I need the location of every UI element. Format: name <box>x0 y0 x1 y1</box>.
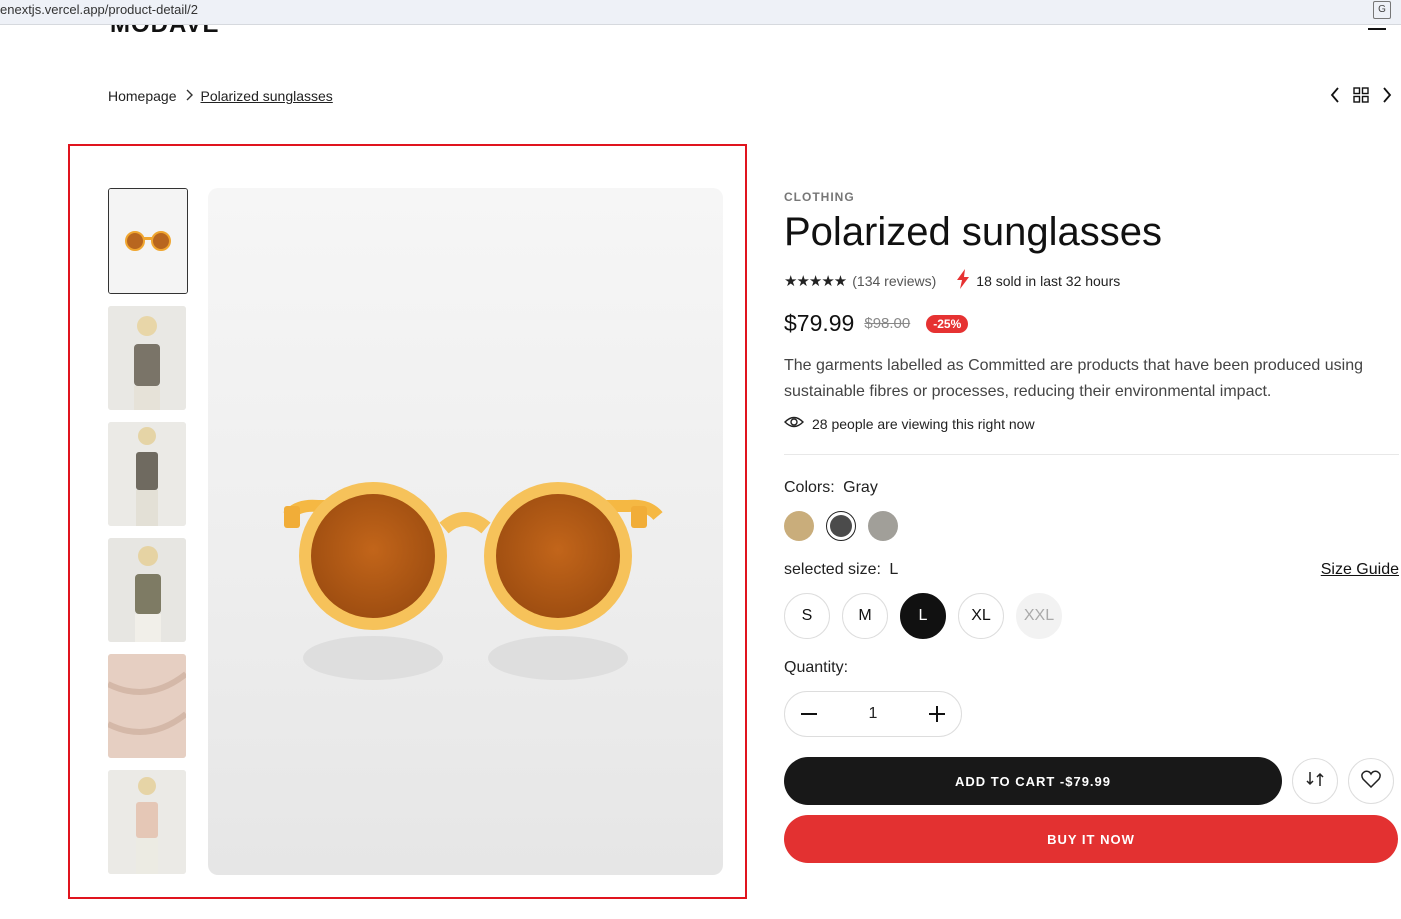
plus-icon[interactable] <box>927 704 947 724</box>
menu-icon[interactable] <box>1368 28 1386 30</box>
cart-actions: ADD TO CART -$79.99 <box>784 757 1399 805</box>
quantity-stepper: 1 <box>784 691 962 737</box>
viewing-text: 28 people are viewing this right now <box>812 415 1035 432</box>
size-option-xl[interactable]: XL <box>958 593 1004 639</box>
grid-icon[interactable] <box>1353 87 1369 108</box>
old-price: $98.00 <box>864 315 911 332</box>
breadcrumb-current[interactable]: Polarized sunglasses <box>201 88 333 104</box>
thumbnail-list <box>108 188 188 886</box>
size-option-xxl: XXL <box>1016 593 1062 639</box>
star-rating-icon: ★★★★★ <box>784 272 847 290</box>
browser-url-bar[interactable]: enextjs.vercel.app/product-detail/2 G <box>0 0 1401 25</box>
divider <box>784 454 1399 455</box>
eye-icon <box>784 415 804 432</box>
color-swatch-gray-dark[interactable] <box>826 511 856 541</box>
compare-button[interactable] <box>1292 758 1338 804</box>
product-info: CLOTHING Polarized sunglasses ★★★★★ (134… <box>784 190 1399 863</box>
wishlist-button[interactable] <box>1348 758 1394 804</box>
quantity-value[interactable]: 1 <box>869 705 878 723</box>
quantity-label: Quantity: <box>784 659 849 676</box>
next-product-icon[interactable] <box>1381 86 1393 109</box>
site-logo[interactable]: MODAVE <box>110 25 220 33</box>
size-guide-link[interactable]: Size Guide <box>1321 561 1399 579</box>
size-row: selected size: L Size Guide <box>784 561 1399 579</box>
add-to-cart-button[interactable]: ADD TO CART -$79.99 <box>784 757 1282 805</box>
main-product-image[interactable] <box>208 188 723 875</box>
thumbnail-model-back[interactable] <box>108 422 186 526</box>
size-label: selected size: <box>784 561 881 578</box>
color-swatches <box>784 511 1399 541</box>
prev-product-icon[interactable] <box>1329 86 1341 109</box>
lightning-icon <box>956 269 970 292</box>
size-label-row: selected size: L <box>784 561 898 579</box>
breadcrumb: Homepage Polarized sunglasses <box>108 88 333 104</box>
thumbnail-model-pink[interactable] <box>108 770 186 874</box>
colors-label-row: Colors: Gray <box>784 479 1399 497</box>
site-header: MODAVE <box>0 25 1401 33</box>
product-category: CLOTHING <box>784 190 855 204</box>
colors-label: Colors: <box>784 479 835 496</box>
translate-icon[interactable]: G <box>1373 1 1391 19</box>
thumbnail-model-front[interactable] <box>108 306 186 410</box>
color-swatch-gray-light[interactable] <box>868 511 898 541</box>
product-pager <box>1329 86 1393 109</box>
current-price: $79.99 <box>784 310 855 336</box>
url-text[interactable]: enextjs.vercel.app/product-detail/2 <box>0 2 198 17</box>
thumbnail-fabric-detail[interactable] <box>108 654 186 758</box>
compare-icon <box>1305 769 1325 794</box>
size-options: S M L XL XXL <box>784 593 1399 639</box>
sold-info: 18 sold in last 32 hours <box>956 269 1120 292</box>
buy-now-button[interactable]: BUY IT NOW <box>784 815 1398 863</box>
size-option-m[interactable]: M <box>842 593 888 639</box>
thumbnail-sunglasses[interactable] <box>108 188 188 294</box>
selected-color: Gray <box>843 479 878 496</box>
thumbnail-model-olive[interactable] <box>108 538 186 642</box>
viewing-info: 28 people are viewing this right now <box>784 415 1399 432</box>
color-swatch-beige[interactable] <box>784 511 814 541</box>
heart-icon <box>1361 770 1381 793</box>
minus-icon[interactable] <box>799 704 819 724</box>
breadcrumb-home[interactable]: Homepage <box>108 88 177 104</box>
product-description: The garments labelled as Committed are p… <box>784 357 1364 400</box>
price-row: $79.99 $98.00 -25% <box>784 310 1399 337</box>
review-count[interactable]: (134 reviews) <box>852 273 936 289</box>
selected-size: L <box>889 561 899 578</box>
discount-badge: -25% <box>926 314 969 333</box>
chevron-right-icon <box>185 88 193 104</box>
size-option-s[interactable]: S <box>784 593 830 639</box>
product-title: Polarized sunglasses <box>784 210 1162 254</box>
sold-text: 18 sold in last 32 hours <box>976 272 1121 289</box>
rating-row: ★★★★★ (134 reviews) 18 sold in last 32 h… <box>784 269 1399 292</box>
size-option-l[interactable]: L <box>900 593 946 639</box>
